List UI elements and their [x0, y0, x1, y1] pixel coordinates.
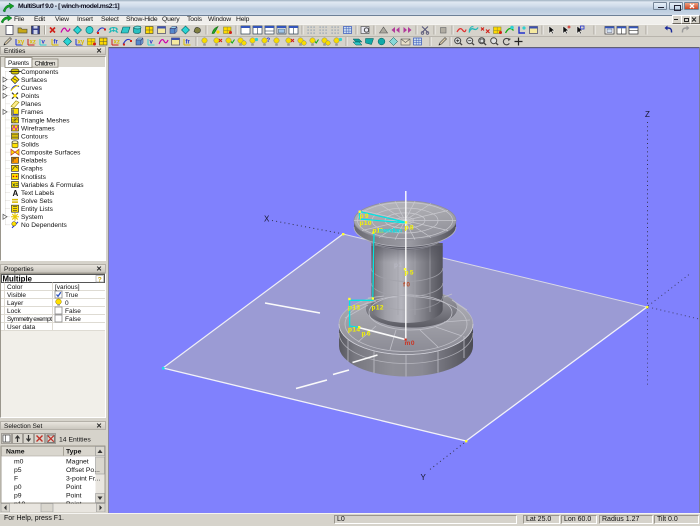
svg-text:Graphs: Graphs [21, 166, 43, 173]
svg-text:Point: Point [66, 484, 82, 491]
svg-text:meridian: meridian [379, 228, 402, 235]
svg-text:3-point Fr...: 3-point Fr... [66, 476, 100, 483]
svg-text:Variables & Formulas: Variables & Formulas [21, 182, 84, 189]
svg-text:Parents: Parents [8, 60, 30, 67]
svg-text:Lock: Lock [7, 308, 21, 315]
svg-text:p0: p0 [14, 484, 22, 491]
svg-text:Z: Z [645, 110, 650, 119]
svg-text:Multiple: Multiple [3, 274, 33, 283]
svg-text:A: A [13, 189, 19, 198]
svg-text:p12: p12 [372, 305, 384, 312]
svg-text:p1: p1 [394, 262, 402, 269]
svg-text:Contours: Contours [21, 134, 48, 141]
svg-text:Offset Po...: Offset Po... [66, 467, 100, 474]
svg-text:?: ? [267, 38, 271, 44]
svg-text:User data: User data [7, 324, 36, 331]
svg-text:fr: fr [54, 40, 59, 46]
svg-text:Symmetry exempt: Symmetry exempt [7, 316, 52, 323]
svg-text:F: F [14, 476, 18, 483]
svg-text:Entity Lists: Entity Lists [21, 206, 54, 213]
svg-text:Triangle Meshes: Triangle Meshes [21, 117, 70, 124]
svg-text:m0: m0 [405, 340, 415, 347]
svg-text:Wireframes: Wireframes [21, 125, 55, 132]
svg-text:14 Entities: 14 Entities [59, 437, 91, 444]
svg-text:xz: xz [114, 40, 120, 46]
svg-text:xy: xy [78, 40, 85, 46]
svg-text:X: X [264, 215, 270, 224]
svg-text:Relabels: Relabels [21, 158, 47, 165]
svg-text:?: ? [98, 276, 102, 283]
svg-text:Children: Children [35, 61, 56, 68]
svg-text:[various]: [various] [55, 284, 80, 291]
svg-text:False: False [65, 316, 81, 323]
svg-text:No Dependents: No Dependents [21, 222, 68, 229]
svg-text:True: True [65, 292, 79, 299]
svg-text:Frames: Frames [21, 109, 44, 116]
svg-text:Points: Points [21, 93, 40, 100]
svg-text:f0: f0 [403, 282, 410, 289]
svg-text:0: 0 [65, 300, 69, 307]
svg-text:Composite Surfaces: Composite Surfaces [21, 150, 81, 157]
svg-text:False: False [65, 308, 81, 315]
svg-text:Planes: Planes [21, 101, 42, 108]
svg-text:Solve Sets: Solve Sets [21, 198, 53, 205]
svg-text:Components: Components [21, 69, 59, 76]
svg-text:Name: Name [6, 449, 25, 456]
svg-text:Point: Point [66, 493, 82, 500]
svg-text:xy: xy [18, 40, 25, 46]
svg-text:x=: x= [12, 182, 18, 188]
svg-text:p9: p9 [14, 493, 22, 500]
svg-text:p5: p5 [405, 270, 414, 277]
svg-text:Y: Y [421, 473, 427, 482]
svg-text:Magnet: Magnet [66, 459, 89, 466]
svg-text:p9: p9 [360, 213, 369, 220]
svg-text:p10: p10 [360, 220, 372, 227]
svg-text:System: System [21, 214, 43, 221]
svg-text:Knotlists: Knotlists [21, 174, 47, 181]
svg-text:xz: xz [30, 40, 36, 46]
svg-text:m0: m0 [14, 459, 24, 466]
svg-text:p13: p13 [348, 305, 360, 312]
svg-text:Type: Type [66, 449, 82, 456]
svg-text:Solids: Solids [21, 142, 40, 149]
svg-text:Text Labels: Text Labels [21, 190, 55, 197]
svg-text:p5: p5 [14, 467, 22, 474]
svg-text:p14: p14 [348, 327, 360, 334]
svg-text:Surfaces: Surfaces [21, 77, 48, 84]
svg-text:p6: p6 [362, 331, 371, 338]
svg-text:fr: fr [186, 40, 191, 46]
svg-text:Visible: Visible [7, 292, 26, 299]
svg-text:Curves: Curves [21, 85, 43, 92]
svg-text:p8: p8 [405, 225, 414, 232]
svg-text:Color: Color [7, 284, 23, 291]
svg-text:Layer: Layer [7, 300, 24, 307]
